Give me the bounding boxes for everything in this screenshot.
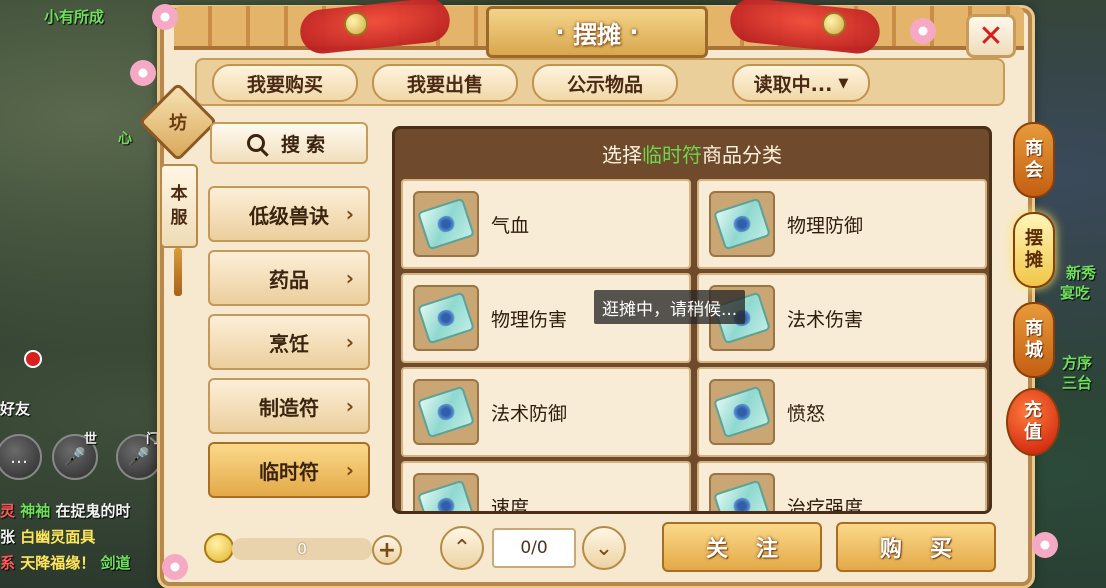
item-name: 愤怒 (787, 402, 826, 425)
chevron-up-icon: ⌃ (452, 535, 472, 561)
tab-sell[interactable]: 我要出售 (372, 64, 518, 102)
side-label: 心 (118, 131, 132, 147)
friends-label[interactable]: 好友 (0, 398, 30, 419)
page-down-button[interactable]: ⌄ (582, 526, 626, 570)
side-tab-stall[interactable]: 摆摊 (1013, 212, 1055, 288)
item-cell[interactable]: 愤怒 (697, 367, 987, 457)
coin-value: 0 (297, 540, 307, 558)
chevron-right-icon: › (345, 330, 354, 354)
talisman-icon (709, 473, 775, 511)
item-cell[interactable]: 气血 (401, 179, 691, 269)
server-badge[interactable]: 本 服 (160, 164, 198, 248)
category-temporary-talisman[interactable]: 临时符 › (208, 442, 370, 498)
talisman-icon (709, 191, 775, 257)
chevron-right-icon: › (345, 266, 354, 290)
grid-header: 选择 临时符 商品分类 (602, 142, 782, 167)
flower-decoration (1030, 530, 1060, 560)
chevron-right-icon: › (345, 458, 354, 482)
close-icon: ✕ (978, 18, 1004, 54)
flower-decoration (160, 552, 190, 582)
talisman-icon (413, 191, 479, 257)
item-name: 法术伤害 (787, 308, 864, 331)
add-coin-button[interactable]: + (372, 535, 402, 565)
npc-label: 方序 (1062, 354, 1093, 372)
npc-label: 宴吃 (1060, 284, 1091, 302)
ornament-icon (344, 12, 368, 36)
item-name: 法术防御 (491, 402, 568, 425)
npc-label: 新秀 (1066, 264, 1097, 282)
tab-buy[interactable]: 我要购买 (212, 64, 358, 102)
item-name: 物理伤害 (491, 308, 568, 331)
window-title: · 摆摊 · (486, 6, 708, 58)
tab-public-items[interactable]: 公示物品 (532, 64, 678, 102)
item-name: 治疗强度 (787, 496, 864, 514)
chat-line: 系 天降福缘！ 剑道 (0, 554, 131, 572)
category-cooking[interactable]: 烹饪 › (208, 314, 370, 370)
search-icon (246, 134, 265, 152)
voice-sect-label: 门 (146, 432, 160, 447)
plus-icon: + (377, 537, 397, 563)
category-crafting-talisman[interactable]: 制造符 › (208, 378, 370, 434)
npc-label: 三台 (1062, 374, 1093, 392)
item-cell[interactable]: 速度 (401, 461, 691, 514)
chevron-down-icon: ⌄ (594, 535, 614, 561)
category-medicine[interactable]: 药品 › (208, 250, 370, 306)
player-title: 小有所成 (44, 8, 105, 26)
server-badge-char: 本 (170, 184, 188, 204)
category-low-beast-skill[interactable]: 低级兽诀 › (208, 186, 370, 242)
ornament-icon (822, 12, 846, 36)
item-cell[interactable]: 法术防御 (401, 367, 691, 457)
flower-decoration (150, 2, 180, 32)
talisman-icon (413, 285, 479, 351)
item-name: 物理防御 (787, 214, 864, 237)
close-button[interactable]: ✕ (966, 14, 1016, 58)
chat-line: 灵 神袖 在捉鬼的时 (0, 502, 131, 520)
item-name: 气血 (491, 214, 530, 237)
item-cell[interactable]: 治疗强度 (697, 461, 987, 514)
side-tab-chamber[interactable]: 商会 (1013, 122, 1055, 198)
side-tab-recharge[interactable]: 充值 (1006, 388, 1060, 456)
loading-toast: 逛摊中，请稍候... (594, 290, 746, 324)
coin-icon (204, 533, 234, 563)
side-tab-mall[interactable]: 商城 (1013, 302, 1055, 378)
notification-dot (24, 350, 42, 368)
search-button[interactable]: 搜索 (210, 122, 368, 164)
flower-decoration (128, 58, 158, 88)
search-label: 搜索 (280, 133, 331, 156)
page-up-button[interactable]: ⌃ (440, 526, 484, 570)
chat-icon[interactable]: … (0, 434, 42, 480)
chevron-right-icon: › (345, 202, 354, 226)
server-badge-char: 服 (170, 208, 188, 228)
tassel-decoration (174, 248, 182, 296)
talisman-icon (709, 379, 775, 445)
chat-line: 张 白幽灵面具 (0, 528, 96, 546)
talisman-icon (413, 473, 479, 511)
item-cell[interactable]: 物理防御 (697, 179, 987, 269)
fang-label: 坊 (169, 113, 187, 134)
chevron-right-icon: › (345, 394, 354, 418)
talisman-icon (413, 379, 479, 445)
flower-decoration (908, 16, 938, 46)
dropdown-triangle-icon: ▼ (838, 75, 849, 91)
server-dropdown[interactable]: 读取中... ▼ (732, 64, 870, 102)
item-name: 速度 (491, 496, 530, 514)
follow-button[interactable]: 关注 (662, 522, 822, 572)
voice-world-label: 世 (84, 432, 98, 447)
page-indicator: 0/0 (492, 528, 576, 568)
buy-button[interactable]: 购买 (836, 522, 996, 572)
